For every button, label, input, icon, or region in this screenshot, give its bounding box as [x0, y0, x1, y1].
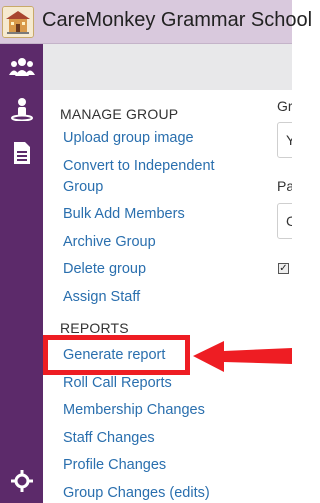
archive-group-link[interactable]: Archive Group — [63, 234, 156, 250]
roll-call-reports-link[interactable]: Roll Call Reports — [63, 375, 172, 391]
staff-changes-link[interactable]: Staff Changes — [63, 430, 155, 446]
school-logo[interactable] — [2, 6, 34, 38]
form-label-2: Pa — [277, 178, 292, 194]
manage-group-heading: MANAGE GROUP — [60, 106, 179, 122]
group-form-partial: Gr Y Pa C ✓ — [275, 90, 292, 503]
users-icon[interactable] — [0, 50, 43, 84]
reports-heading: REPORTS — [60, 320, 129, 336]
form-checkbox[interactable]: ✓ — [278, 263, 289, 274]
settings-icon[interactable] — [0, 464, 43, 498]
convert-to-independent-group-link[interactable]: Convert to Independent — [63, 158, 215, 174]
form-label-1: Gr — [277, 98, 292, 114]
assign-staff-link[interactable]: Assign Staff — [63, 289, 140, 305]
person-icon[interactable] — [0, 92, 43, 126]
group-actions-menu: MANAGE GROUP Upload group image Convert … — [43, 90, 275, 503]
content-header-bar — [43, 44, 292, 90]
group-changes-edits-link[interactable]: Group Changes (edits) — [63, 485, 210, 501]
highlight-box — [43, 335, 190, 375]
upload-group-image-link[interactable]: Upload group image — [63, 130, 194, 146]
top-bar: CareMonkey Grammar School — [0, 0, 312, 44]
membership-changes-link[interactable]: Membership Changes — [63, 402, 205, 418]
sidebar — [0, 44, 43, 503]
document-icon[interactable] — [0, 136, 43, 170]
bulk-add-members-link[interactable]: Bulk Add Members — [63, 206, 185, 222]
delete-group-link[interactable]: Delete group — [63, 261, 146, 277]
convert-to-independent-group-link-line2[interactable]: Group — [63, 179, 103, 195]
form-input-2[interactable]: C — [277, 203, 292, 239]
profile-changes-link[interactable]: Profile Changes — [63, 457, 166, 473]
form-input-1[interactable]: Y — [277, 122, 292, 158]
app-title: CareMonkey Grammar School — [42, 9, 313, 31]
